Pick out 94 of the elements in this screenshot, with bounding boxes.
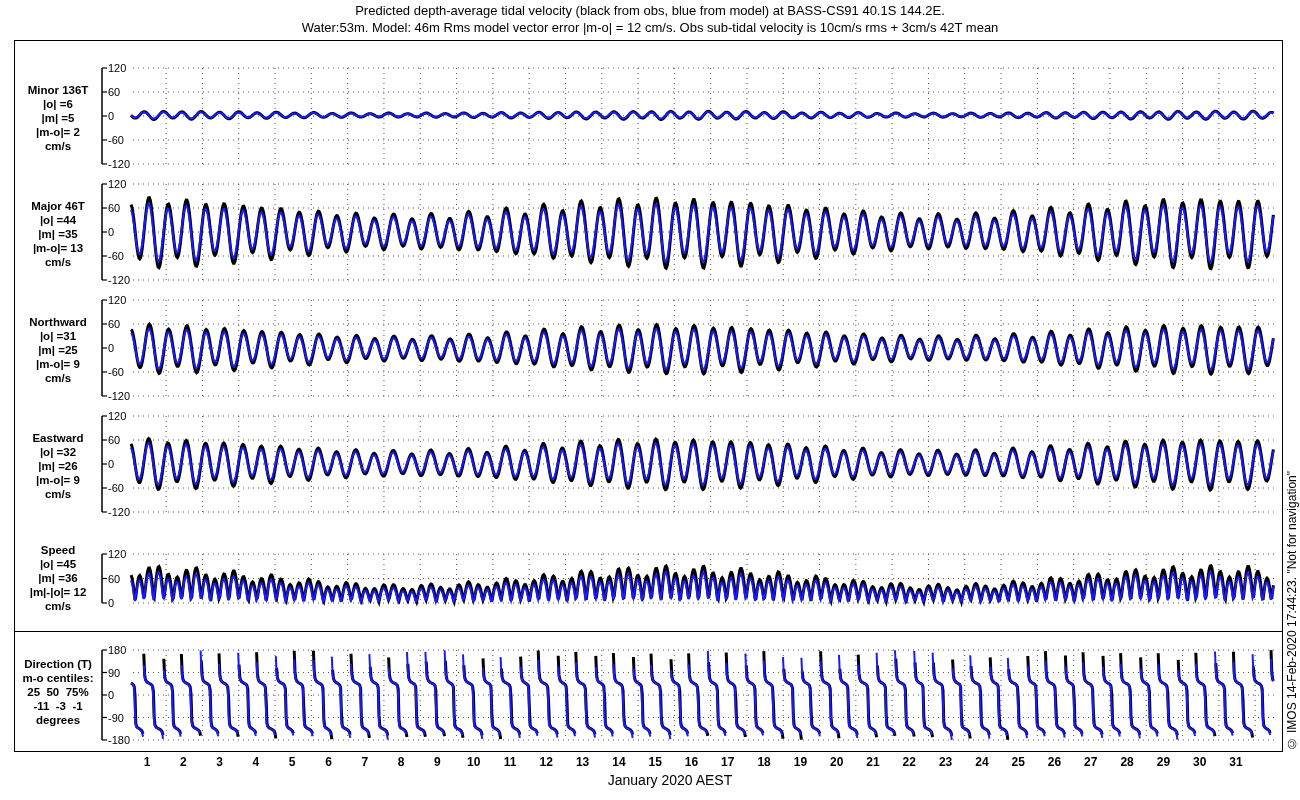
legend-text: |o| =31 xyxy=(39,329,77,343)
axis-tick-label: 19 xyxy=(793,755,808,769)
legend-text: cm/s xyxy=(44,487,72,501)
axis-tick-label: 13 xyxy=(575,755,590,769)
axis-tick-label: 25 xyxy=(1011,755,1025,769)
legend-text: |m-o|= 9 xyxy=(36,357,80,371)
legend-text: degrees xyxy=(35,713,81,727)
axis-tick-label: 21 xyxy=(866,755,880,769)
axis-tick-label: 120 xyxy=(108,294,127,306)
legend-text: cm/s xyxy=(44,598,72,613)
axis-tick-label: 0 xyxy=(108,342,115,354)
legend-text: |o| =6 xyxy=(43,97,73,111)
axis-tick-label: 60 xyxy=(108,202,121,214)
axis-tick-label: 120 xyxy=(108,410,127,422)
y-axis xyxy=(101,553,108,604)
axis-tick-label: 3 xyxy=(216,755,223,769)
legend-text: Speed xyxy=(40,542,76,557)
chart-title: Predicted depth-average tidal velocity (black from obs, blue from model) at BASS-CS91 40.1S 144.2E. xyxy=(355,2,945,19)
axis-tick-label: 15 xyxy=(648,755,662,769)
legend-text: |m| =36 xyxy=(38,570,78,585)
copyright-note: © IMOS 14-Feb-2020 17:44:23. "Not for navigation" xyxy=(1285,470,1299,750)
legend-text: -11 -3 -1 xyxy=(33,699,83,713)
axis-tick-label: 23 xyxy=(938,755,953,769)
axis-tick-label: 16 xyxy=(684,755,699,769)
axis-tick-label: 29 xyxy=(1156,755,1171,769)
axis-tick-label: 5 xyxy=(288,755,296,769)
legend-text: |o| =32 xyxy=(39,445,77,459)
axis-tick-label: 60 xyxy=(108,318,121,330)
axis-tick-label: 26 xyxy=(1047,755,1062,769)
legend-text: Northward xyxy=(29,315,87,329)
legend-text: |m| =26 xyxy=(38,459,78,473)
legend-text: |m| =5 xyxy=(41,111,75,125)
axis-tick-label: 0 xyxy=(108,226,115,238)
axis-tick-label: 17 xyxy=(721,755,735,769)
axis-tick-label: 7 xyxy=(361,755,369,769)
axis-tick-label: 8 xyxy=(397,755,405,769)
axis-tick-label: 0 xyxy=(108,689,115,701)
axis-tick-label: -180 xyxy=(108,734,131,746)
legend-text: m-o centiles: xyxy=(22,671,94,685)
legend-text: |o| =45 xyxy=(39,556,77,571)
legend-text: cm/s xyxy=(44,139,72,153)
axis-tick-label: 31 xyxy=(1229,755,1243,769)
axis-tick-label: 0 xyxy=(108,597,115,609)
axis-tick-label: 18 xyxy=(757,755,771,769)
legend-text: |m-o|= 2 xyxy=(36,125,80,139)
axis-title: January 2020 AEST xyxy=(607,772,733,788)
axis-tick-label: -60 xyxy=(108,250,124,262)
axis-tick-label: 120 xyxy=(108,548,127,560)
axis-tick-label: -60 xyxy=(108,366,124,378)
axis-tick-label: 4 xyxy=(252,755,260,769)
axis-tick-label: 20 xyxy=(830,755,844,769)
axis-tick-label: 30 xyxy=(1193,755,1207,769)
axis-tick-label: 27 xyxy=(1084,755,1098,769)
axis-tick-label: 60 xyxy=(108,434,121,446)
axis-tick-label: 1 xyxy=(143,755,151,769)
axis-tick-label: -120 xyxy=(108,274,131,286)
axis-tick-label: 22 xyxy=(902,755,916,769)
legend-text: |m| =25 xyxy=(38,343,78,357)
axis-tick-label: 0 xyxy=(108,110,115,122)
axis-tick-label: 9 xyxy=(434,755,441,769)
legend-text: cm/s xyxy=(44,371,72,385)
legend-text: cm/s xyxy=(44,255,72,269)
legend-text: |m-o|= 13 xyxy=(32,241,84,255)
axis-tick-label: 90 xyxy=(108,666,121,679)
axis-tick-label: 120 xyxy=(108,62,127,74)
axis-tick-label: 120 xyxy=(108,178,127,190)
axis-tick-label: -90 xyxy=(108,711,124,724)
axis-tick-label: 60 xyxy=(108,86,121,98)
axis-tick-label: -60 xyxy=(108,482,124,494)
axis-tick-label: 14 xyxy=(612,755,626,769)
axis-tick-label: 11 xyxy=(503,755,517,769)
axis-tick-label: 60 xyxy=(108,572,121,585)
legend-text: |m| =35 xyxy=(38,227,78,241)
chart-title: Water:53m. Model: 46m Rms model vector error |m-o| = 12 cm/s. Obs sub-tidal velocity is 10cm/s rms + 3cm/s 42T mean xyxy=(301,19,999,36)
axis-tick-label: 12 xyxy=(539,755,553,769)
legend-text: Direction (T) xyxy=(24,657,92,671)
axis-tick-label: 180 xyxy=(108,644,127,656)
legend-text: Minor 136T xyxy=(27,83,89,97)
axis-tick-label: -120 xyxy=(108,506,131,518)
axis-tick-label: -120 xyxy=(108,390,131,402)
legend-text: |m-o|= 9 xyxy=(36,473,80,487)
axis-tick-label: -120 xyxy=(108,158,131,170)
axis-tick-label: -60 xyxy=(108,134,124,146)
legend-text: Eastward xyxy=(32,431,84,445)
axis-tick-label: 10 xyxy=(467,755,481,769)
axis-tick-label: 24 xyxy=(975,755,989,769)
axis-tick-label: 0 xyxy=(108,458,115,470)
axis-tick-label: 28 xyxy=(1120,755,1134,769)
legend-text: |m|-|o|= 12 xyxy=(29,584,87,599)
axis-tick-label: 6 xyxy=(325,755,332,769)
legend-text: |o| =44 xyxy=(39,213,77,227)
legend-text: Major 46T xyxy=(31,199,85,213)
legend-text: 25 50 75% xyxy=(27,685,89,699)
axis-tick-label: 2 xyxy=(179,755,187,769)
